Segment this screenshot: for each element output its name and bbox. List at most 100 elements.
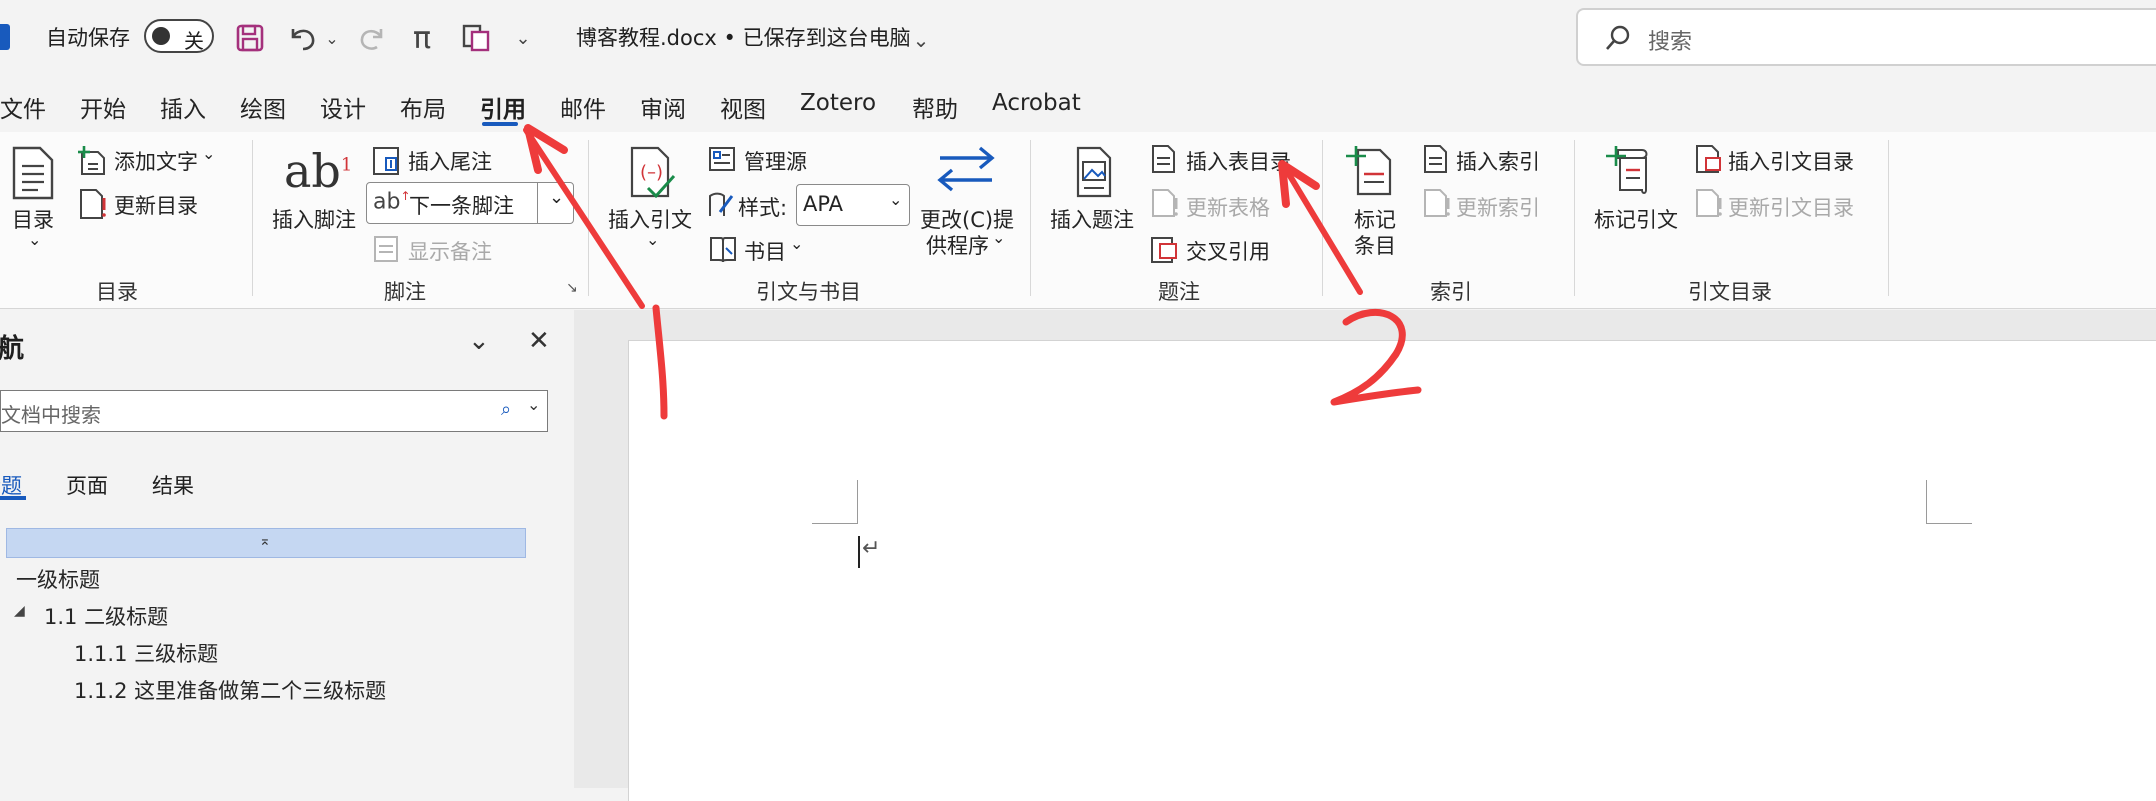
mark-entry-button-line2[interactable]: 条目 (1354, 230, 1396, 260)
insert-endnote-icon[interactable] (372, 144, 402, 180)
undo-icon[interactable] (282, 18, 322, 58)
style-chevron-down-icon: ⌄ (889, 190, 903, 209)
insert-table-of-figures-icon[interactable] (1150, 144, 1178, 178)
change-provider-button-line2[interactable]: 供程序 (926, 230, 989, 260)
add-text-chevron-down-icon[interactable]: ⌄ (202, 144, 215, 163)
caption-group-label: 题注 (1158, 280, 1200, 304)
change-provider-chevron-down-icon[interactable]: ⌄ (992, 228, 1005, 247)
next-footnote-chevron-down-icon[interactable]: ⌄ (549, 187, 564, 208)
search-box[interactable]: 搜索 (1576, 8, 2156, 66)
separator (588, 140, 589, 296)
tab-acrobat[interactable]: Acrobat (992, 90, 1081, 116)
nav-search-input[interactable]: 在文档中搜索 ⌕ ⌄ (0, 390, 548, 432)
tab-help[interactable]: 帮助 (912, 90, 958, 124)
heading-level-3[interactable]: 1.1.1 三级标题 (74, 638, 218, 668)
authorities-group-label: 引文目录 (1688, 280, 1772, 304)
next-footnote-box[interactable]: ab↑ 下一条脚注 ⌄ (366, 182, 574, 224)
toggle-knob (152, 27, 170, 45)
cross-reference-icon[interactable] (1150, 234, 1180, 268)
document-page[interactable] (628, 340, 2156, 801)
insert-endnote-button[interactable]: 插入尾注 (408, 146, 492, 176)
style-value: APA (803, 192, 844, 216)
tab-insert[interactable]: 插入 (160, 90, 206, 124)
autosave-label: 自动保存 (46, 26, 130, 50)
document-title[interactable]: 博客教程.docx • 已保存到这台电脑 (576, 22, 911, 52)
change-provider-icon[interactable] (936, 146, 996, 196)
footnote-group-label: 脚注 (384, 280, 426, 304)
nav-tab-pages[interactable]: 页面 (66, 470, 108, 500)
update-index-button: 更新索引 (1456, 196, 1540, 220)
add-text-button[interactable]: 添加文字 (114, 146, 198, 176)
heading-level-2[interactable]: 1.1 二级标题 (44, 601, 168, 631)
dialog-launcher-icon[interactable]: ↘ (566, 280, 578, 296)
insert-table-of-authorities-icon[interactable] (1694, 144, 1724, 178)
tab-design[interactable]: 设计 (320, 90, 366, 124)
bibliography-chevron-down-icon[interactable]: ⌄ (790, 234, 803, 253)
update-toc-button[interactable]: 更新目录 (114, 190, 198, 220)
style-icon (706, 190, 736, 224)
add-text-icon[interactable] (78, 144, 106, 180)
tab-draw[interactable]: 绘图 (240, 90, 286, 124)
tab-layout[interactable]: 布局 (400, 90, 446, 124)
update-table-of-authorities-icon (1694, 188, 1724, 222)
insert-table-of-authorities-button[interactable]: 插入引文目录 (1728, 146, 1854, 176)
undo-dropdown-chevron-icon[interactable]: ⌄ (324, 18, 340, 58)
mark-citation-button[interactable]: 标记引文 (1594, 204, 1678, 234)
separator (1030, 140, 1031, 296)
insert-index-button[interactable]: 插入索引 (1456, 146, 1540, 176)
nav-active-tab-indicator (0, 496, 26, 500)
insert-index-icon[interactable] (1422, 144, 1450, 178)
toc-chevron-down-icon[interactable]: ⌄ (28, 230, 41, 249)
margin-corner-mark (812, 480, 858, 524)
nav-search-chevron-down-icon[interactable]: ⌄ (527, 395, 540, 414)
tab-zotero[interactable]: Zotero (800, 90, 876, 116)
customize-qat-icon[interactable]: ⌄ (512, 18, 534, 58)
title-chevron-down-icon[interactable]: ⌄ (910, 20, 932, 60)
tab-home[interactable]: 开始 (80, 90, 126, 124)
update-toc-icon[interactable] (78, 188, 108, 224)
bibliography-icon[interactable] (708, 234, 738, 268)
word-app-icon[interactable] (0, 24, 10, 50)
insert-citation-chevron-down-icon[interactable]: ⌄ (646, 230, 659, 249)
tab-mailings[interactable]: 邮件 (560, 90, 606, 124)
nav-search-icon[interactable]: ⌕ (501, 399, 511, 420)
tab-review[interactable]: 审阅 (640, 90, 686, 124)
tab-file[interactable]: 文件 (0, 90, 46, 124)
toc-icon[interactable] (10, 146, 56, 204)
nav-close-icon[interactable]: ✕ (528, 326, 550, 356)
manage-sources-button[interactable]: 管理源 (744, 146, 807, 176)
toc-group-label: 目录 (96, 280, 138, 304)
update-table-icon (1150, 188, 1180, 222)
insert-caption-icon[interactable] (1074, 146, 1114, 202)
copy-format-icon[interactable] (456, 18, 496, 58)
collapse-up-icon[interactable]: ⌅ (259, 533, 271, 549)
expand-collapse-triangle-icon[interactable]: ◢ (14, 603, 25, 619)
selected-heading-row[interactable]: ⌅ (6, 528, 526, 558)
pi-equation-icon[interactable]: π (404, 18, 440, 58)
nav-tab-results[interactable]: 结果 (152, 470, 194, 500)
tab-view[interactable]: 视图 (720, 90, 766, 124)
autosave-toggle[interactable]: 关 (144, 19, 214, 53)
heading-level-3[interactable]: 1.1.2 这里准备做第二个三级标题 (74, 675, 386, 705)
insert-footnote-button[interactable]: 插入脚注 (272, 204, 356, 234)
separator (1574, 140, 1575, 296)
redo-icon (352, 18, 392, 58)
insert-caption-button[interactable]: 插入题注 (1050, 204, 1134, 234)
mark-entry-icon[interactable] (1346, 144, 1396, 200)
bibliography-button[interactable]: 书目 (744, 236, 786, 266)
tab-references[interactable]: 引用 (480, 90, 526, 124)
insert-citation-icon[interactable]: (–) (628, 146, 678, 202)
save-icon[interactable] (232, 18, 268, 58)
nav-options-chevron-down-icon[interactable]: ⌄ (468, 326, 490, 356)
next-footnote-button: 下一条脚注 (409, 194, 514, 218)
mark-citation-icon[interactable] (1606, 144, 1658, 200)
style-select[interactable]: APA ⌄ (796, 184, 910, 226)
heading-level-1[interactable]: 一级标题 (16, 564, 100, 594)
insert-footnote-icon[interactable]: ab1 (284, 144, 352, 198)
insert-table-of-figures-button[interactable]: 插入表目录 (1186, 146, 1291, 176)
svg-text:(–): (–) (640, 162, 663, 183)
manage-sources-icon[interactable] (708, 144, 738, 178)
show-notes-button: 显示备注 (408, 240, 492, 264)
nav-search-placeholder: 在文档中搜索 (0, 403, 101, 427)
cross-reference-button[interactable]: 交叉引用 (1186, 236, 1270, 266)
